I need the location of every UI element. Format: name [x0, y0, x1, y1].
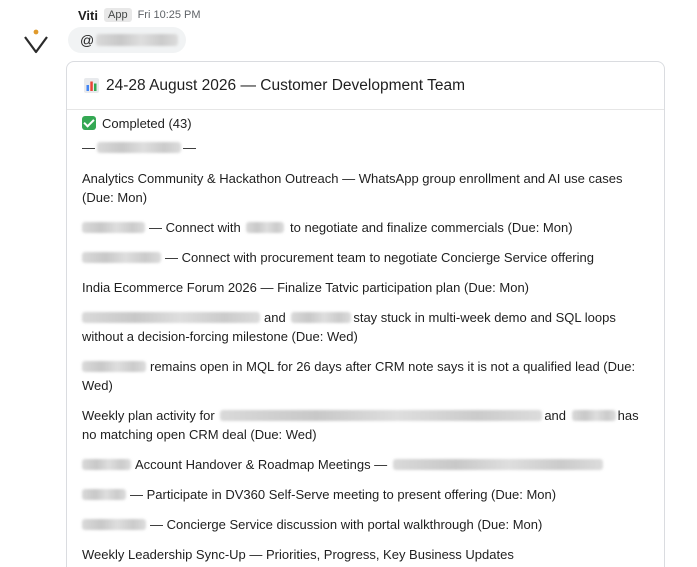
item-text: and — [264, 310, 286, 325]
item-text: — Connect with — [149, 220, 241, 235]
item-text: to negotiate and finalize commercials (D… — [290, 220, 573, 235]
owner-line: — — — [82, 138, 196, 157]
redacted-mention — [96, 34, 179, 46]
redacted-text — [220, 410, 543, 421]
list-item: — Participate in DV360 Self-Serve meetin… — [82, 485, 556, 504]
redacted-text — [82, 489, 126, 500]
item-text: Wed) — [82, 378, 113, 393]
mention-chip[interactable]: @ — [68, 27, 186, 53]
redacted-text — [571, 410, 616, 421]
item-text: and — [544, 408, 567, 423]
list-item: — Connect with procurement team to negot… — [82, 248, 594, 267]
chat-message: Viti App Fri 10:25 PM @ 24-28 August 202… — [0, 0, 697, 567]
item-text: Account Handover & Roadmap Meetings — — [135, 457, 388, 472]
list-item: and stay stuck in multi-week demo and SQ… — [82, 308, 616, 327]
redacted-text — [82, 252, 161, 263]
card-header: 24-28 August 2026 — Customer Development… — [67, 62, 664, 110]
item-text: Analytics Community & Hackathon Outreach… — [82, 171, 623, 186]
redacted-text — [82, 312, 260, 323]
item-text: no matching open CRM deal (Due: Wed) — [82, 427, 317, 442]
redacted-text — [82, 519, 146, 530]
list-item-cont: (Due: Mon) — [82, 188, 147, 207]
item-text: — Concierge Service discussion with port… — [150, 517, 543, 532]
list-item-cont: no matching open CRM deal (Due: Wed) — [82, 425, 317, 444]
item-text: (Due: Mon) — [82, 190, 148, 205]
section-heading: Completed (43) — [82, 114, 192, 133]
redacted-text — [246, 222, 285, 233]
message-header: Viti App Fri 10:25 PM — [78, 7, 201, 23]
item-text: stay stuck in multi-week demo and SQL lo… — [353, 310, 616, 325]
item-text: Weekly plan activity for — [82, 408, 215, 423]
redacted-text — [82, 222, 145, 233]
bar-chart-icon — [84, 78, 99, 93]
list-item: Weekly Leadership Sync-Up — Priorities, … — [82, 545, 514, 564]
item-text: — Connect with procurement team to negot… — [165, 250, 594, 265]
list-item: India Ecommerce Forum 2026 — Finalize Ta… — [82, 278, 529, 297]
redacted-owner — [97, 142, 181, 153]
list-item: — Concierge Service discussion with port… — [82, 515, 542, 534]
viti-logo-icon[interactable] — [22, 28, 50, 54]
redacted-text — [392, 459, 603, 470]
redacted-text — [82, 361, 146, 372]
list-item: — Connect with to negotiate and finalize… — [82, 218, 573, 237]
list-item: Account Handover & Roadmap Meetings — — [82, 455, 603, 474]
item-text: — Participate in DV360 Self-Serve meetin… — [130, 487, 557, 502]
list-item-cont: without a decision-forcing milestone (Du… — [82, 327, 358, 346]
dash: — — [82, 140, 95, 155]
check-icon — [82, 116, 96, 130]
list-item-cont: Wed) — [82, 376, 113, 395]
list-item: Analytics Community & Hackathon Outreach… — [82, 169, 622, 188]
item-text: remains open in MQL for 26 days after CR… — [150, 359, 636, 374]
app-badge: App — [104, 8, 132, 22]
item-text: India Ecommerce Forum 2026 — Finalize Ta… — [82, 280, 530, 295]
item-text: Weekly Leadership Sync-Up — Priorities, … — [82, 547, 514, 562]
sender-name[interactable]: Viti — [78, 8, 98, 23]
item-text: without a decision-forcing milestone (Du… — [82, 329, 358, 344]
mention-prefix: @ — [80, 32, 95, 48]
card-title: 24-28 August 2026 — Customer Development… — [106, 76, 465, 94]
list-item: remains open in MQL for 26 days after CR… — [82, 357, 635, 376]
redacted-text — [291, 312, 352, 323]
message-time: Fri 10:25 PM — [137, 9, 201, 21]
report-card: 24-28 August 2026 — Customer Development… — [66, 61, 665, 567]
redacted-text — [82, 459, 131, 470]
list-item: Weekly plan activity for and has — [82, 406, 639, 425]
item-text: has — [617, 408, 639, 423]
dash: — — [183, 140, 196, 155]
section-label: Completed (43) — [102, 116, 192, 131]
